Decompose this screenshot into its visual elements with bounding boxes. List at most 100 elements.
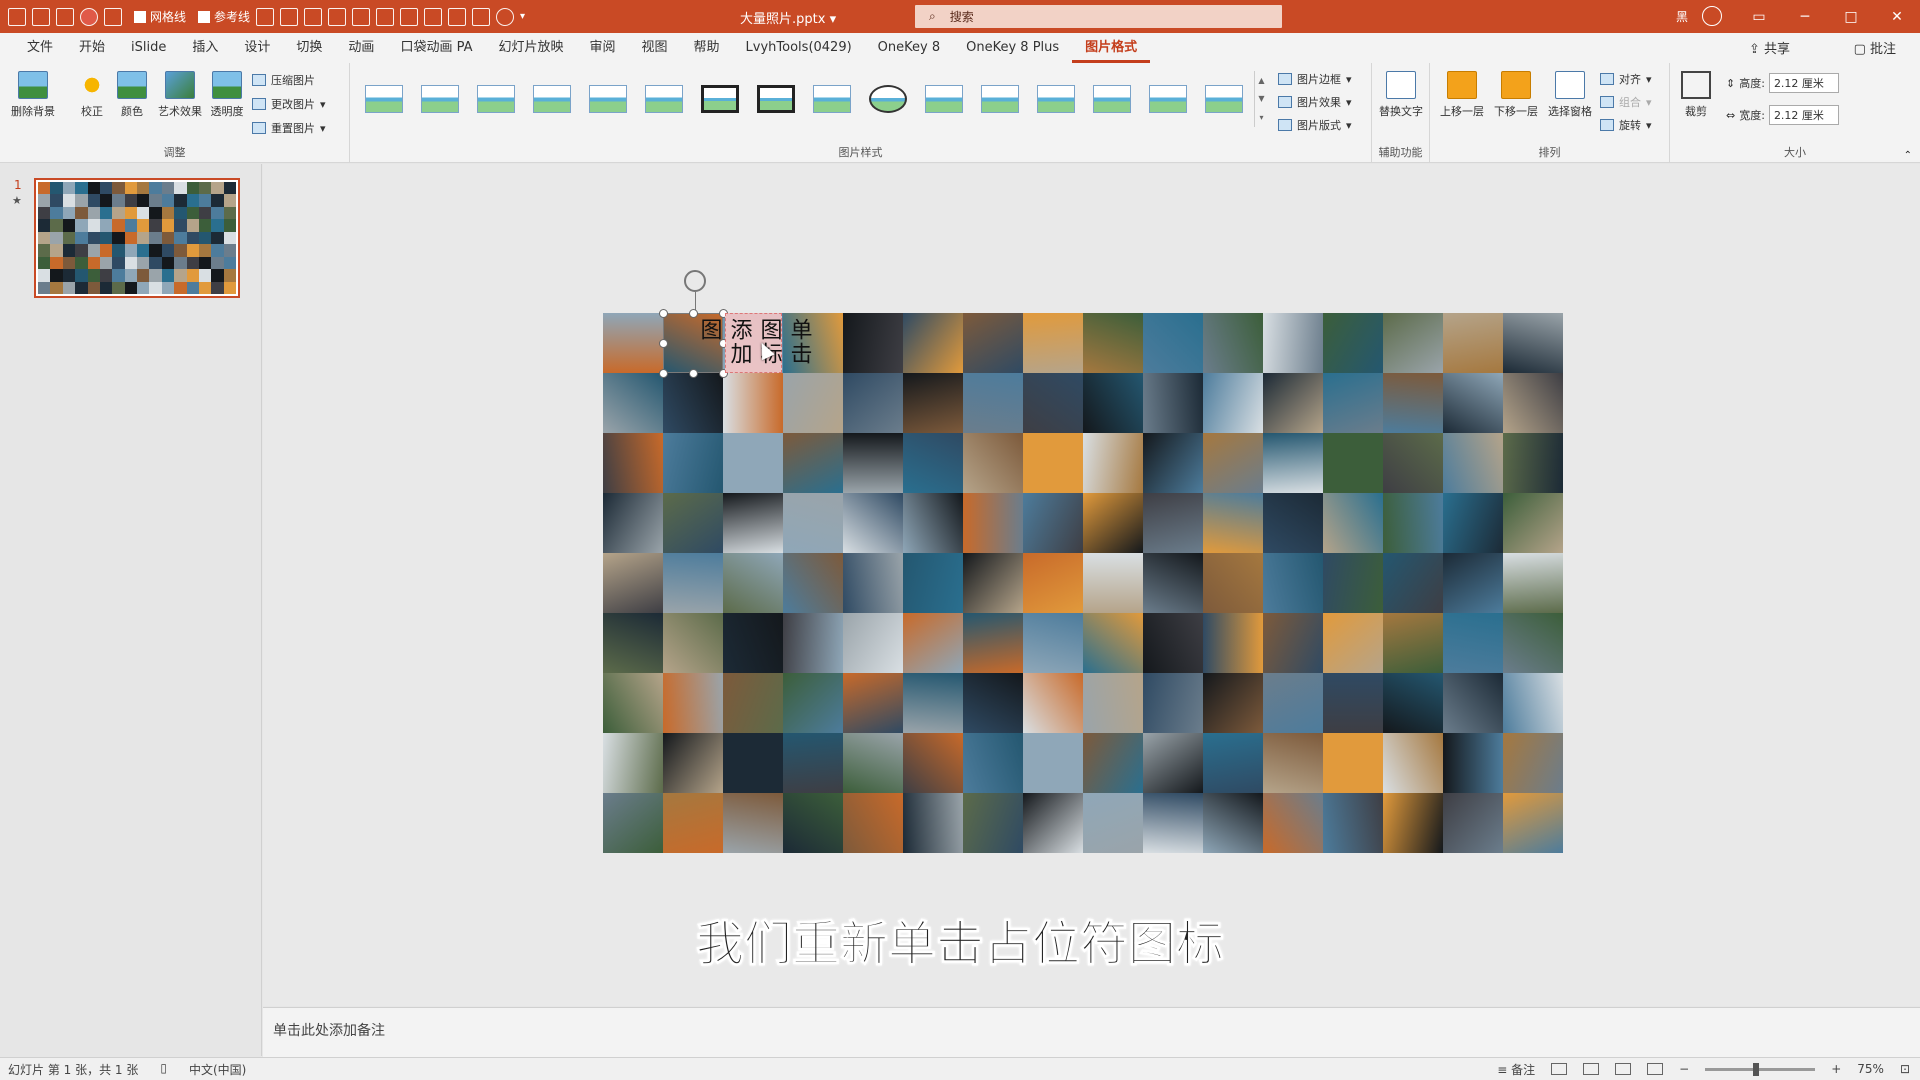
picture-style-preset[interactable] (920, 78, 968, 120)
notes-pane[interactable]: 单击此处添加备注 (263, 1007, 1920, 1057)
shapes-icon[interactable] (56, 7, 74, 26)
text-box-icon[interactable] (32, 7, 50, 26)
zoom-in-icon[interactable]: + (1831, 1062, 1841, 1076)
rotate-handle-icon[interactable] (684, 270, 706, 292)
change-picture-button[interactable]: 更改图片 ▾ (252, 96, 326, 112)
gallery-more-icon[interactable]: ▾ (1259, 113, 1263, 122)
photo-tile[interactable] (1323, 793, 1383, 853)
rotate-button[interactable]: 旋转 ▾ (1600, 117, 1652, 133)
customize-qat-icon[interactable]: ▾ (520, 11, 525, 22)
photo-tile[interactable] (1383, 733, 1443, 793)
photo-tile[interactable] (663, 793, 723, 853)
photo-tile[interactable] (1263, 793, 1323, 853)
photo-tile[interactable] (663, 373, 723, 433)
distribute-horizontal-icon[interactable] (352, 7, 371, 26)
photo-tile[interactable] (723, 553, 783, 613)
photo-tile[interactable] (1143, 613, 1203, 673)
picture-placeholder[interactable]: 单击图标添加图 (697, 313, 812, 373)
photo-tile[interactable] (1503, 553, 1563, 613)
resize-handle-l[interactable] (659, 339, 668, 348)
minimize-icon[interactable]: ─ (1782, 0, 1828, 33)
resize-handle-bl[interactable] (659, 369, 668, 378)
photo-tile[interactable] (1443, 673, 1503, 733)
picture-style-preset[interactable] (472, 78, 520, 120)
zoom-slider-knob[interactable] (1753, 1062, 1760, 1076)
photo-tile[interactable] (903, 673, 963, 733)
picture-style-preset[interactable] (1088, 78, 1136, 120)
photo-tile[interactable] (1143, 733, 1203, 793)
comment-button[interactable]: ▢ 批注 (1854, 38, 1896, 57)
fill-icon[interactable] (472, 7, 491, 26)
align-center-icon[interactable] (280, 7, 299, 26)
gridlines-checkbox[interactable]: 网格线 (134, 8, 186, 25)
align-top-icon[interactable] (304, 7, 323, 26)
tab-14[interactable]: OneKey 8 Plus (953, 33, 1072, 63)
photo-tile[interactable] (963, 793, 1023, 853)
photo-tile[interactable] (963, 613, 1023, 673)
photo-tile[interactable] (1143, 673, 1203, 733)
photo-tile[interactable] (903, 553, 963, 613)
circle-icon[interactable] (496, 7, 515, 26)
photo-tile[interactable] (603, 673, 663, 733)
picture-style-preset[interactable] (360, 78, 408, 120)
photo-tile[interactable] (903, 433, 963, 493)
photo-tile[interactable] (1443, 793, 1503, 853)
photo-tile[interactable] (1023, 613, 1083, 673)
resize-handle-tl[interactable] (659, 309, 668, 318)
photo-tile[interactable] (603, 553, 663, 613)
photo-tile[interactable] (1443, 493, 1503, 553)
photo-tile[interactable] (783, 793, 843, 853)
tab-10[interactable]: 视图 (629, 33, 681, 63)
notes-toggle-button[interactable]: ≡ 备注 (1497, 1061, 1535, 1078)
picture-layout-button[interactable]: 图片版式 ▾ (1278, 117, 1352, 133)
photo-tile[interactable] (1263, 493, 1323, 553)
photo-tile[interactable] (1203, 613, 1263, 673)
photo-tile[interactable] (1443, 373, 1503, 433)
resize-handle-t[interactable] (689, 309, 698, 318)
photo-tile[interactable] (1503, 733, 1563, 793)
align-middle-icon[interactable] (328, 7, 347, 26)
photo-tile[interactable] (843, 553, 903, 613)
photo-tile[interactable] (1443, 553, 1503, 613)
photo-tile[interactable] (1323, 313, 1383, 373)
picture-border-button[interactable]: 图片边框 ▾ (1278, 71, 1352, 87)
photo-tile[interactable] (1143, 373, 1203, 433)
photo-tile[interactable] (1503, 313, 1563, 373)
tab-9[interactable]: 审阅 (577, 33, 629, 63)
format-painter-icon[interactable] (104, 7, 122, 26)
picture-style-preset[interactable] (1144, 78, 1192, 120)
tab-0[interactable]: 文件 (14, 33, 66, 63)
photo-tile[interactable] (663, 493, 723, 553)
photo-tile[interactable] (1083, 733, 1143, 793)
remove-background-button[interactable]: 删除背景 (8, 71, 58, 119)
photo-tile[interactable] (1443, 613, 1503, 673)
photo-tile[interactable] (723, 793, 783, 853)
photo-tile[interactable] (723, 493, 783, 553)
corrections-button[interactable]: 校正 (70, 71, 114, 119)
photo-tile[interactable] (1443, 313, 1503, 373)
crop-button[interactable]: 裁剪 (1674, 71, 1718, 119)
photo-tile[interactable] (723, 673, 783, 733)
photo-tile[interactable] (1203, 733, 1263, 793)
photo-tile[interactable] (1263, 313, 1323, 373)
search-box[interactable]: ⌕ 搜索 (915, 5, 1282, 28)
save-icon[interactable] (8, 7, 26, 26)
height-input[interactable]: 2.12 厘米 (1768, 73, 1839, 93)
photo-tile[interactable] (783, 553, 843, 613)
photo-tile[interactable] (1383, 493, 1443, 553)
photo-tile[interactable] (1263, 733, 1323, 793)
picture-style-preset[interactable] (640, 78, 688, 120)
photo-tile[interactable] (1503, 613, 1563, 673)
color-button[interactable]: 颜色 (110, 71, 154, 119)
normal-view-icon[interactable] (1551, 1063, 1568, 1075)
photo-tile[interactable] (1083, 613, 1143, 673)
photo-tile[interactable] (663, 433, 723, 493)
tab-3[interactable]: 插入 (179, 33, 231, 63)
photo-tile[interactable] (843, 613, 903, 673)
picture-style-preset[interactable] (528, 78, 576, 120)
tab-4[interactable]: 设计 (231, 33, 283, 63)
photo-tile[interactable] (1503, 793, 1563, 853)
photo-tile[interactable] (1323, 733, 1383, 793)
photo-tile[interactable] (1023, 793, 1083, 853)
photo-tile[interactable] (843, 313, 903, 373)
